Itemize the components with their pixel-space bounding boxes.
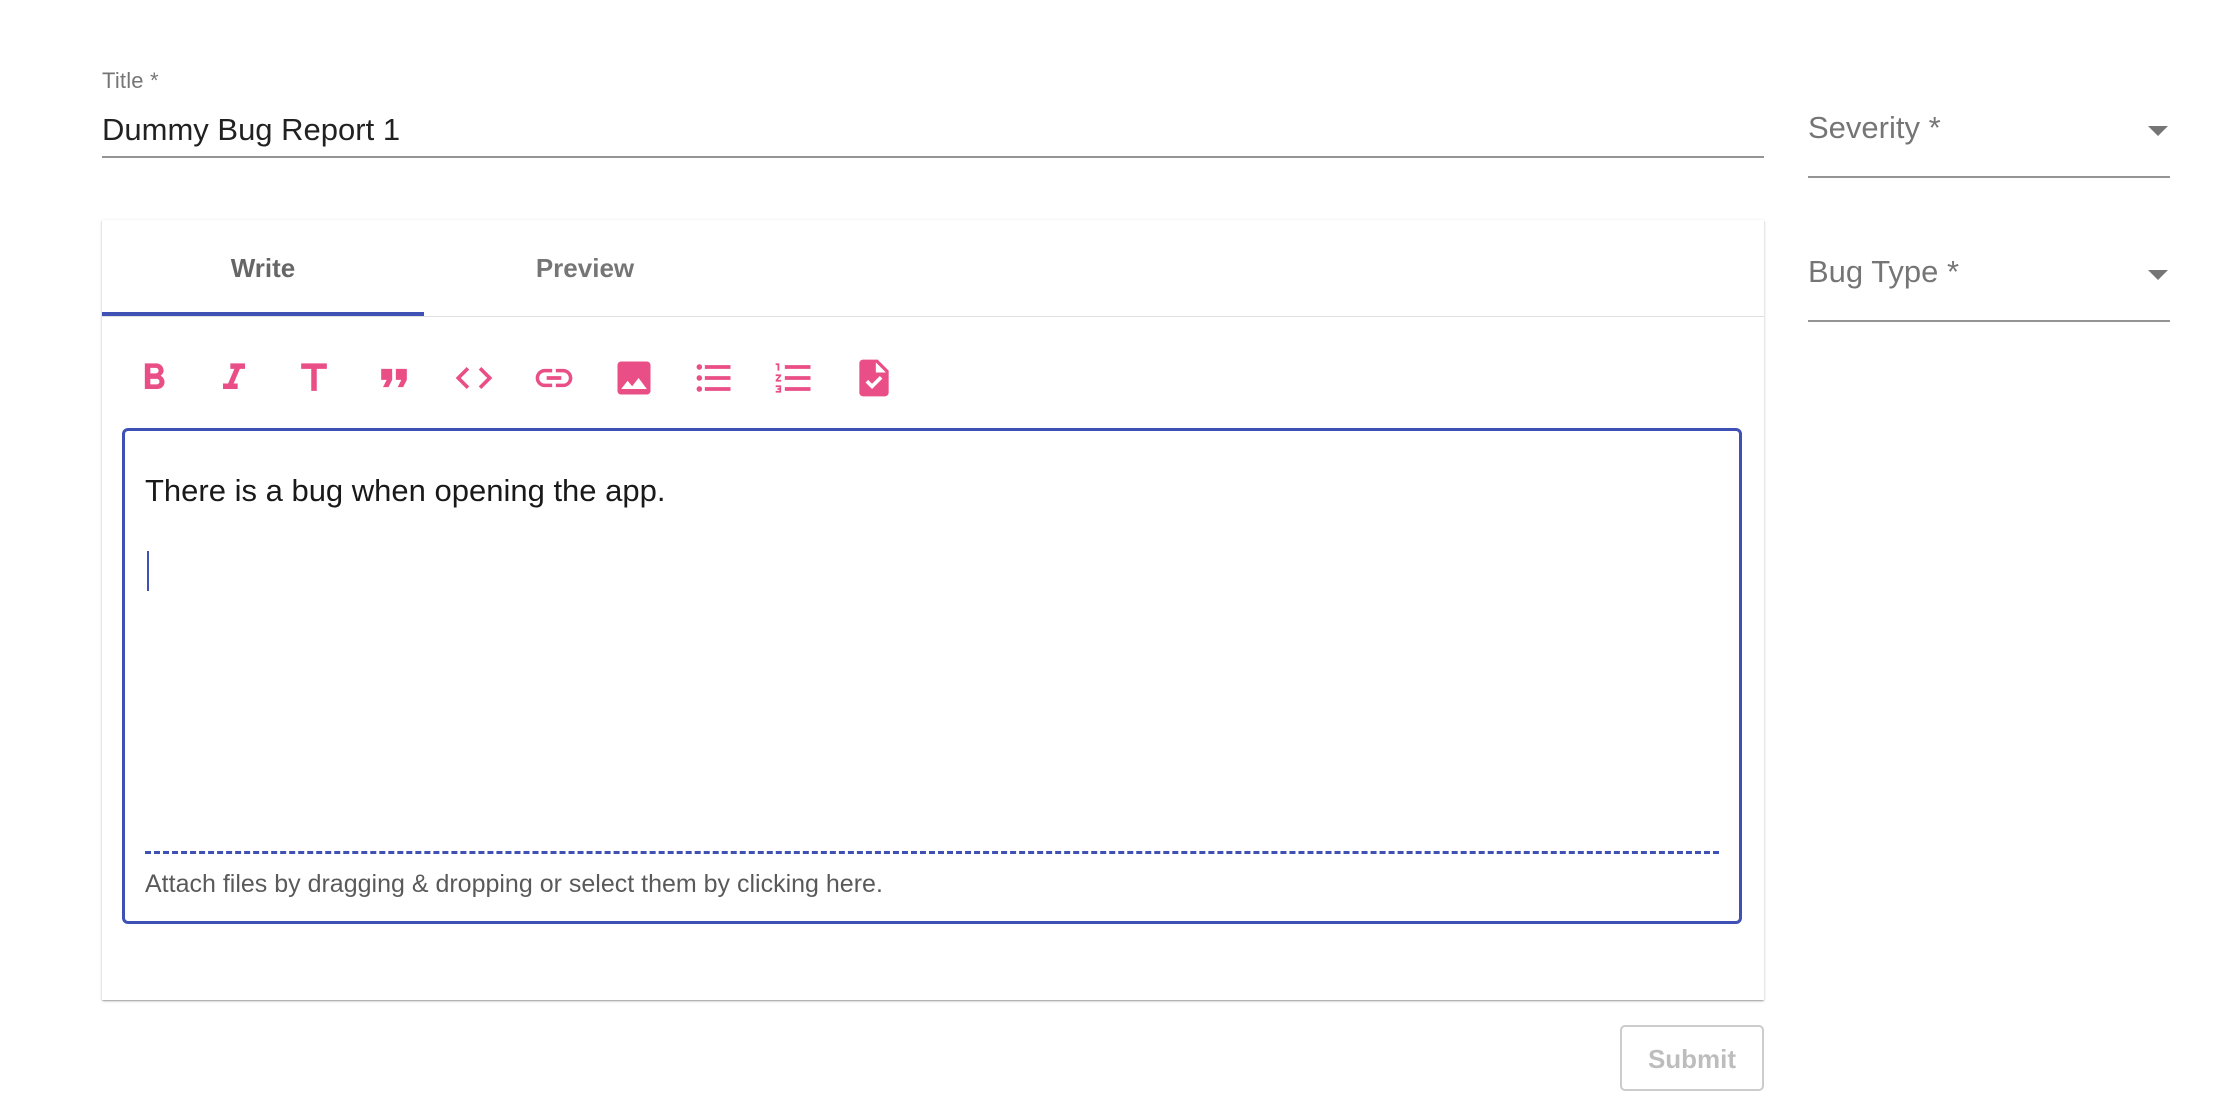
tab-preview[interactable]: Preview bbox=[424, 220, 746, 316]
code-button[interactable] bbox=[442, 346, 506, 410]
italic-icon bbox=[223, 363, 245, 389]
header-icon bbox=[301, 363, 327, 391]
text-caret bbox=[147, 551, 149, 591]
checked-document-icon bbox=[859, 359, 889, 397]
bug-type-label: Bug Type * bbox=[1808, 254, 1960, 289]
file-attach-dropzone[interactable]: Attach files by dragging & dropping or s… bbox=[145, 851, 1719, 914]
quote-button[interactable] bbox=[362, 346, 426, 410]
code-icon bbox=[455, 367, 493, 389]
title-label: Title * bbox=[102, 68, 159, 93]
checked-document-button[interactable] bbox=[842, 346, 906, 410]
dropdown-arrow-icon bbox=[2148, 126, 2168, 136]
link-button[interactable] bbox=[522, 346, 586, 410]
image-icon bbox=[617, 361, 651, 395]
markdown-textarea[interactable]: There is a bug when opening the app. Att… bbox=[122, 428, 1742, 924]
severity-select[interactable]: Severity * bbox=[1808, 106, 2170, 182]
editor-tabs: Write Preview bbox=[102, 220, 1764, 317]
italic-button[interactable] bbox=[202, 346, 266, 410]
active-tab-indicator bbox=[102, 312, 424, 316]
severity-underline bbox=[1808, 176, 2170, 178]
title-underline bbox=[102, 156, 1764, 158]
title-input[interactable] bbox=[102, 108, 1764, 152]
severity-label: Severity * bbox=[1808, 110, 1941, 145]
ordered-list-button[interactable] bbox=[762, 346, 826, 410]
ordered-list-icon bbox=[775, 363, 811, 393]
unordered-list-icon bbox=[696, 364, 731, 392]
title-field[interactable]: Title * bbox=[102, 66, 1764, 158]
bold-button[interactable] bbox=[122, 346, 186, 410]
bug-type-select[interactable]: Bug Type * bbox=[1808, 250, 2170, 326]
link-icon bbox=[535, 368, 573, 388]
bug-type-underline bbox=[1808, 320, 2170, 322]
markdown-editor: Write Preview There is a bug when openin… bbox=[102, 220, 1764, 1000]
editor-content: There is a bug when opening the app. bbox=[145, 473, 666, 508]
attach-hint: Attach files by dragging & dropping or s… bbox=[145, 870, 883, 898]
header-button[interactable] bbox=[282, 346, 346, 410]
bold-icon bbox=[144, 363, 165, 389]
dropdown-arrow-icon bbox=[2148, 270, 2168, 280]
tab-write[interactable]: Write bbox=[102, 220, 424, 316]
unordered-list-button[interactable] bbox=[682, 346, 746, 410]
quote-icon bbox=[381, 368, 407, 388]
image-button[interactable] bbox=[602, 346, 666, 410]
submit-button[interactable]: Submit bbox=[1620, 1025, 1764, 1091]
